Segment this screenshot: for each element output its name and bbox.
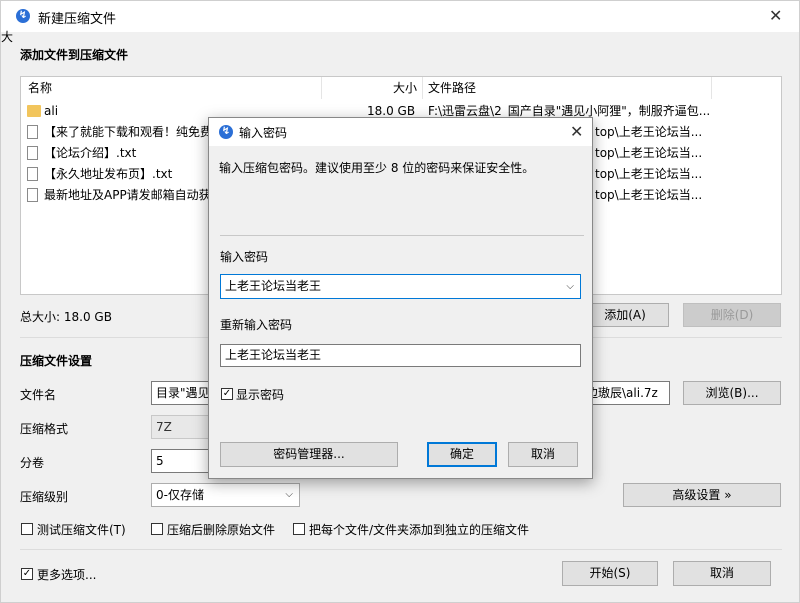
chevron-down-icon[interactable]: ⌵ [566, 275, 574, 298]
chevron-down-icon: ⌵ [285, 489, 293, 500]
checkmark-icon: ✓ [22, 568, 32, 579]
file-path: top\上老王论坛当... [595, 146, 703, 160]
dialog-cancel-button[interactable]: 取消 [508, 442, 578, 467]
format-label: 压缩格式 [20, 422, 69, 436]
divider [20, 549, 782, 550]
ok-button[interactable]: 确定 [427, 442, 497, 467]
format-select[interactable]: 7Z [151, 415, 211, 439]
file-path: top\上老王论坛当... [595, 188, 703, 202]
browse-button[interactable]: 浏览(B)... [683, 381, 781, 405]
dialog-info-text: 输入压缩包密码。建议使用至少 8 位的密码来保证安全性。 [219, 161, 535, 175]
file-name: 【来了就能下载和观看！纯免费 [44, 125, 213, 139]
column-name-header[interactable]: 名称 [28, 77, 52, 99]
volume-label: 分卷 [20, 456, 45, 470]
reenter-password-input[interactable]: 上老王论坛当老王 [220, 344, 581, 367]
dialog-title: 输入密码 [239, 126, 288, 140]
title-bar: ↯ 新建压缩文件 ✕ [1, 1, 799, 32]
app-logo-icon: ↯ [219, 125, 233, 139]
more-options-checkbox[interactable]: ✓ [21, 568, 33, 580]
file-name: 【论坛介绍】.txt [44, 146, 137, 160]
file-icon [27, 167, 38, 181]
file-icon [27, 188, 38, 202]
password-manager-button[interactable]: 密码管理器... [220, 442, 398, 467]
level-select-value: 0-仅存储 [156, 488, 204, 502]
delete-button[interactable]: 删除(D) [683, 303, 781, 327]
column-path-header[interactable]: 文件路径 [428, 77, 476, 99]
app-logo-icon: ↯ [16, 9, 30, 23]
left-edge-text: 大 [1, 30, 14, 44]
volume-input[interactable]: 5 [151, 449, 211, 473]
filename-input-tail[interactable]: 边璈辰\ali.7z [584, 381, 670, 405]
cancel-button[interactable]: 取消 [673, 561, 771, 586]
more-options-label: 更多选项... [37, 568, 97, 582]
close-icon[interactable]: ✕ [570, 124, 583, 140]
test-archive-label: 测试压缩文件(T) [37, 523, 126, 537]
separate-archives-label: 把每个文件/文件夹添加到独立的压缩文件 [309, 523, 530, 537]
password-value: 上老王论坛当老王 [225, 279, 322, 293]
file-name: 最新地址及APP请发邮箱自动获 [44, 188, 211, 202]
close-icon[interactable]: ✕ [769, 8, 782, 24]
password-dialog: ↯ 输入密码 ✕ 输入压缩包密码。建议使用至少 8 位的密码来保证安全性。 输入… [208, 117, 593, 479]
column-divider [422, 77, 423, 99]
level-label: 压缩级别 [20, 490, 69, 504]
reenter-label: 重新输入密码 [220, 318, 293, 332]
folder-icon [27, 105, 41, 117]
delete-after-label: 压缩后删除原始文件 [167, 523, 276, 537]
filename-input[interactable]: 目录"遇见小 [151, 381, 211, 405]
checkmark-icon: ✓ [222, 388, 232, 399]
file-name: 【永久地址发布页】.txt [44, 167, 173, 181]
window-title: 新建压缩文件 [38, 12, 117, 27]
show-password-checkbox[interactable]: ✓ [221, 388, 233, 400]
filename-label: 文件名 [20, 388, 57, 402]
file-icon [27, 125, 38, 139]
file-path: top\上老王论坛当... [595, 167, 703, 181]
section-settings-title: 压缩文件设置 [20, 354, 93, 368]
file-icon [27, 146, 38, 160]
password-input[interactable]: 上老王论坛当老王 ⌵ [220, 274, 581, 299]
level-select[interactable]: 0-仅存储 ⌵ [151, 483, 300, 507]
file-name: ali [44, 104, 59, 118]
section-add-title: 添加文件到压缩文件 [20, 48, 129, 62]
test-archive-checkbox[interactable] [21, 523, 33, 535]
total-size: 总大小: 18.0 GB [20, 310, 112, 324]
column-size-header[interactable]: 大小 [393, 77, 417, 99]
divider [220, 235, 584, 236]
separate-archives-checkbox[interactable] [293, 523, 305, 535]
dialog-title-bar: ↯ 输入密码 ✕ [209, 118, 592, 146]
column-divider [711, 77, 712, 99]
show-password-label: 显示密码 [236, 388, 285, 402]
add-button[interactable]: 添加(A) [581, 303, 669, 327]
delete-after-checkbox[interactable] [151, 523, 163, 535]
password-label: 输入密码 [220, 250, 269, 264]
advanced-settings-button[interactable]: 高级设置 » [623, 483, 781, 507]
column-divider [321, 77, 322, 99]
file-path: top\上老王论坛当... [595, 125, 703, 139]
start-button[interactable]: 开始(S) [562, 561, 658, 586]
